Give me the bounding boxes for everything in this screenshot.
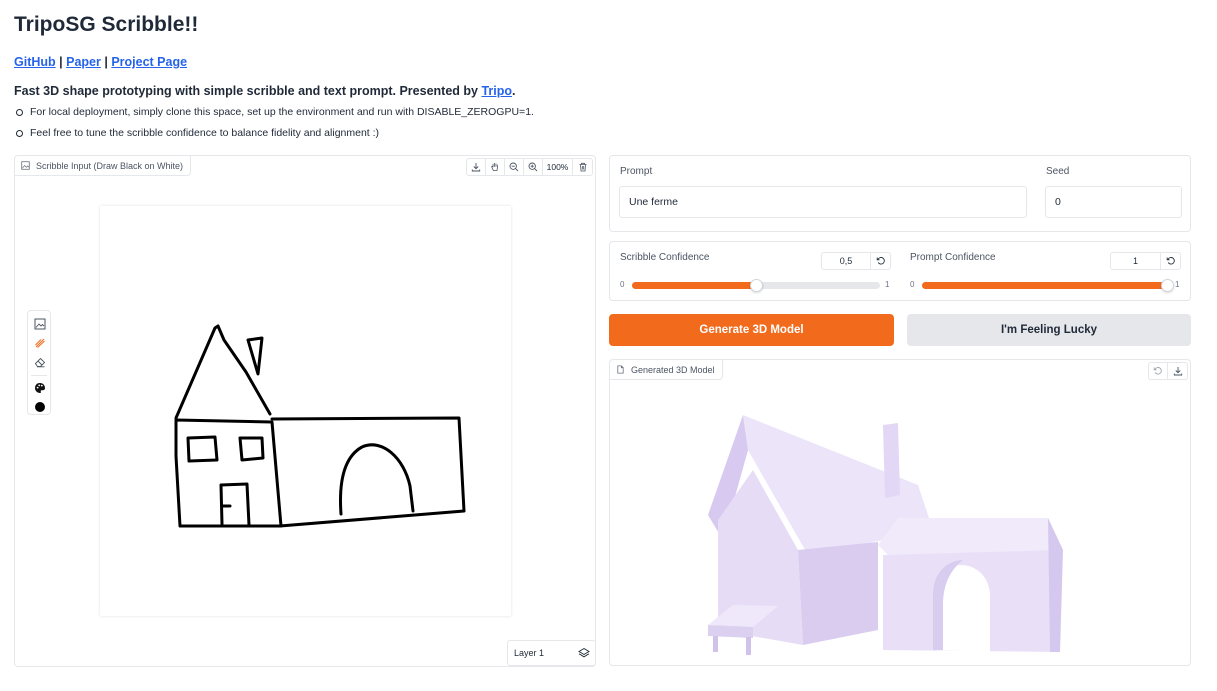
barn-roof xyxy=(878,518,1063,555)
scribble-panel: Scribble Input (Draw Black on White) 100… xyxy=(14,155,596,667)
undo-icon xyxy=(1153,367,1162,375)
scribble-confidence-max: 1 xyxy=(885,280,890,289)
chimney xyxy=(883,423,900,498)
prompt-confidence-reset[interactable] xyxy=(1160,253,1180,269)
download-icon xyxy=(471,163,481,172)
download-button[interactable] xyxy=(467,159,486,175)
house-model xyxy=(708,415,1063,655)
prompt-confidence-max: 1 xyxy=(1175,280,1180,289)
tripo-link[interactable]: Tripo xyxy=(481,84,512,98)
window-left-stroke xyxy=(186,435,219,463)
model-toolbar xyxy=(1148,362,1188,380)
prompt-confidence-label: Prompt Confidence xyxy=(910,252,996,263)
confidence-block: Scribble Confidence 0,5 0 1 Prompt Confi… xyxy=(609,241,1191,301)
canvas-toolbar: 100% xyxy=(466,158,593,176)
download-icon xyxy=(1173,367,1182,376)
list-item: Feel free to tune the scribble confidenc… xyxy=(14,125,534,146)
zoom-in-icon xyxy=(528,162,538,172)
layer-name: Layer 1 xyxy=(514,648,545,658)
prompt-input[interactable]: Une ferme xyxy=(619,186,1027,218)
description: Fast 3D shape prototyping with simple sc… xyxy=(14,84,516,98)
link-separator: | xyxy=(55,55,67,69)
drawing-tools xyxy=(27,310,51,415)
scribble-confidence-value[interactable]: 0,5 xyxy=(822,253,870,269)
reset-view-button[interactable] xyxy=(1149,363,1168,379)
barn-stroke xyxy=(270,416,466,528)
house-side-face xyxy=(798,542,878,645)
description-text: Fast 3D shape prototyping with simple sc… xyxy=(14,84,482,98)
model-label-text: Generated 3D Model xyxy=(631,364,715,375)
page-title: TripoSG Scribble!! xyxy=(14,13,199,36)
clear-button[interactable] xyxy=(573,159,592,175)
eraser-tool[interactable] xyxy=(33,355,46,368)
scribble-confidence-number[interactable]: 0,5 xyxy=(821,252,891,270)
layers-icon xyxy=(578,647,590,658)
tools-divider xyxy=(31,375,47,376)
reset-icon xyxy=(1166,257,1175,265)
chimney-stroke xyxy=(246,336,264,376)
slider-fill xyxy=(922,282,1167,289)
prompt-confidence-slider[interactable] xyxy=(922,279,1174,292)
model-label: Generated 3D Model xyxy=(610,360,723,380)
github-link[interactable]: GitHub xyxy=(14,55,56,69)
download-model-button[interactable] xyxy=(1168,363,1187,379)
eraser-icon xyxy=(34,357,45,367)
trash-icon xyxy=(579,162,586,172)
zoom-in-button[interactable] xyxy=(524,159,543,175)
notes-list: For local deployment, simply clone this … xyxy=(14,104,534,146)
porch-leg xyxy=(713,636,718,652)
scribble-confidence-reset[interactable] xyxy=(870,253,890,269)
image-icon xyxy=(21,161,30,170)
scribble-label: Scribble Input (Draw Black on White) xyxy=(15,156,192,176)
porch-leg xyxy=(746,637,751,655)
drawing-canvas[interactable] xyxy=(100,206,511,616)
prompt-label: Prompt xyxy=(620,166,653,177)
scribble-drawing xyxy=(174,324,466,528)
prompt-confidence-min: 0 xyxy=(910,280,915,289)
slider-thumb[interactable] xyxy=(1161,279,1174,292)
window-right-stroke xyxy=(238,436,265,462)
image-tool[interactable] xyxy=(33,317,46,330)
palette-icon xyxy=(34,382,45,393)
prompt-confidence-number[interactable]: 1 xyxy=(1110,252,1181,270)
list-item: For local deployment, simply clone this … xyxy=(14,104,534,125)
prompt-confidence-value[interactable]: 1 xyxy=(1111,253,1160,269)
arch-stroke xyxy=(339,443,415,516)
color-swatch[interactable] xyxy=(33,400,46,413)
reset-icon xyxy=(876,257,885,265)
scribble-confidence-slider[interactable] xyxy=(632,279,880,292)
slider-fill xyxy=(632,282,756,289)
house-body-stroke xyxy=(174,418,283,528)
layer-selector[interactable]: Layer 1 xyxy=(507,640,596,666)
description-end: . xyxy=(512,84,516,98)
generate-button[interactable]: Generate 3D Model xyxy=(609,314,894,346)
project-page-link[interactable]: Project Page xyxy=(111,55,187,69)
brush-tool[interactable] xyxy=(33,336,46,349)
hand-icon xyxy=(491,162,498,171)
link-separator: | xyxy=(100,55,112,69)
scribble-confidence-min: 0 xyxy=(620,280,625,289)
pan-button[interactable] xyxy=(486,159,505,175)
lucky-button[interactable]: I'm Feeling Lucky xyxy=(907,314,1191,346)
scribble-label-text: Scribble Input (Draw Black on White) xyxy=(36,160,184,171)
scribble-confidence-label: Scribble Confidence xyxy=(620,252,710,263)
color-dot-icon xyxy=(34,401,45,412)
palette-tool[interactable] xyxy=(33,381,46,394)
seed-input[interactable]: 0 xyxy=(1045,186,1182,218)
image-icon xyxy=(34,318,45,329)
paper-link[interactable]: Paper xyxy=(66,55,101,69)
prompt-block: Prompt Une ferme Seed 0 xyxy=(609,155,1191,232)
zoom-level[interactable]: 100% xyxy=(543,159,573,175)
model-panel: Generated 3D Model xyxy=(609,359,1191,666)
links-row: GitHub | Paper | Project Page xyxy=(14,55,187,69)
model-viewer[interactable] xyxy=(688,390,1068,660)
brush-icon xyxy=(34,338,45,348)
slider-thumb[interactable] xyxy=(750,279,763,292)
file-icon xyxy=(617,365,624,374)
zoom-out-button[interactable] xyxy=(505,159,524,175)
zoom-out-icon xyxy=(509,162,519,172)
barn-side xyxy=(1048,518,1063,652)
seed-label: Seed xyxy=(1046,166,1070,177)
